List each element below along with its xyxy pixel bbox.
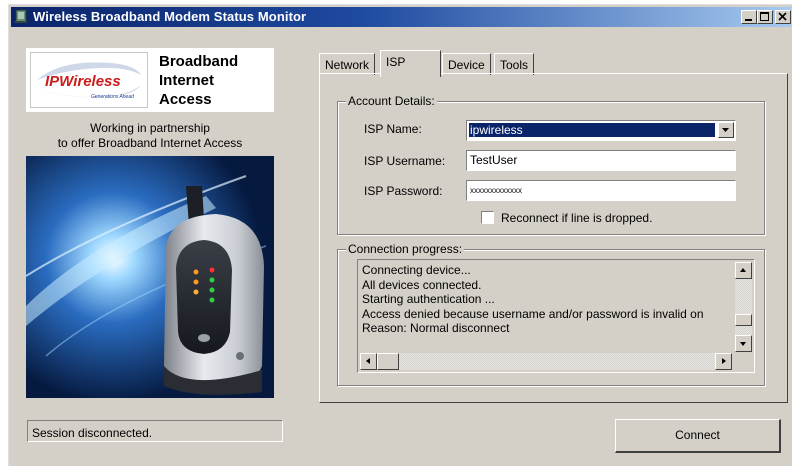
modem-app-icon [15, 9, 27, 23]
isp-name-combobox[interactable]: ipwireless [466, 120, 736, 141]
minimize-icon [745, 19, 752, 21]
partnership-line-2: to offer Broadband Internet Access [57, 136, 243, 150]
logo-tagline: Generations Ahead [91, 94, 134, 100]
arrow-left-icon [366, 358, 370, 364]
isp-password-field[interactable]: xxxxxxxxxxxxx [466, 180, 736, 201]
maximize-button[interactable] [757, 10, 773, 24]
isp-name-value: ipwireless [469, 123, 715, 137]
log-line: Access denied because username and/or pa… [362, 306, 704, 321]
scroll-left-button[interactable] [360, 353, 377, 370]
isp-username-field[interactable]: TestUser [466, 150, 736, 171]
vertical-scroll-thumb[interactable] [735, 314, 752, 326]
partnership-text: Working in partnership to offer Broadban… [21, 121, 279, 151]
log-line: Connecting device... [362, 263, 471, 277]
main-window: Wireless Broadband Modem Status Monitor … [8, 4, 792, 466]
ipwireless-logo-graphic: IPWireless Generations Ahead [37, 62, 141, 100]
reconnect-label[interactable]: Reconnect if line is dropped. [501, 211, 652, 225]
window-title: Wireless Broadband Modem Status Monitor [33, 9, 307, 24]
product-title: Broadband Internet Access [159, 53, 239, 108]
scroll-right-button[interactable] [715, 353, 732, 370]
partnership-line-1: Working in partnership [90, 121, 210, 135]
isp-username-label: ISP Username: [364, 154, 446, 168]
reconnect-checkbox[interactable] [481, 211, 494, 224]
tab-device[interactable]: Device [442, 53, 491, 75]
arrow-up-icon [740, 268, 746, 272]
title-bar[interactable]: Wireless Broadband Modem Status Monitor [11, 7, 791, 27]
chevron-down-icon [722, 128, 729, 132]
vertical-scrollbar[interactable] [735, 262, 752, 352]
horizontal-scrollbar[interactable] [360, 353, 732, 370]
minimize-button[interactable] [741, 10, 757, 24]
close-icon [778, 12, 787, 21]
log-line: Starting authentication ... [362, 292, 495, 306]
isp-name-label: ISP Name: [364, 122, 422, 136]
connection-progress-label: Connection progress: [346, 242, 465, 256]
log-line: Reason: Normal disconnect [362, 321, 510, 335]
ipwireless-logo: IPWireless Generations Ahead [30, 52, 148, 108]
scrollbar-corner [735, 353, 752, 370]
status-bar: Session disconnected. [27, 420, 283, 442]
connection-log[interactable]: Connecting device... All devices connect… [357, 259, 755, 373]
modem-photo [26, 156, 274, 398]
tab-tools[interactable]: Tools [494, 53, 535, 75]
connect-button[interactable]: Connect [615, 419, 781, 453]
arrow-right-icon [722, 358, 726, 364]
arrow-down-icon [740, 342, 746, 346]
scroll-down-button[interactable] [735, 335, 752, 352]
log-text: Connecting device... All devices connect… [362, 263, 704, 336]
isp-name-dropdown-button[interactable] [718, 122, 734, 138]
logo-ip-text: IPWireless [45, 73, 121, 90]
close-button[interactable] [775, 10, 791, 24]
isp-password-label: ISP Password: [364, 184, 443, 198]
tab-network[interactable]: Network [319, 53, 376, 75]
account-details-label: Account Details: [346, 94, 437, 108]
maximize-icon [760, 12, 769, 21]
horizontal-scroll-thumb[interactable] [377, 353, 399, 370]
tab-isp[interactable]: ISP [380, 50, 441, 77]
log-line: All devices connected. [362, 277, 482, 292]
scroll-up-button[interactable] [735, 262, 752, 279]
modem-image [26, 156, 274, 398]
